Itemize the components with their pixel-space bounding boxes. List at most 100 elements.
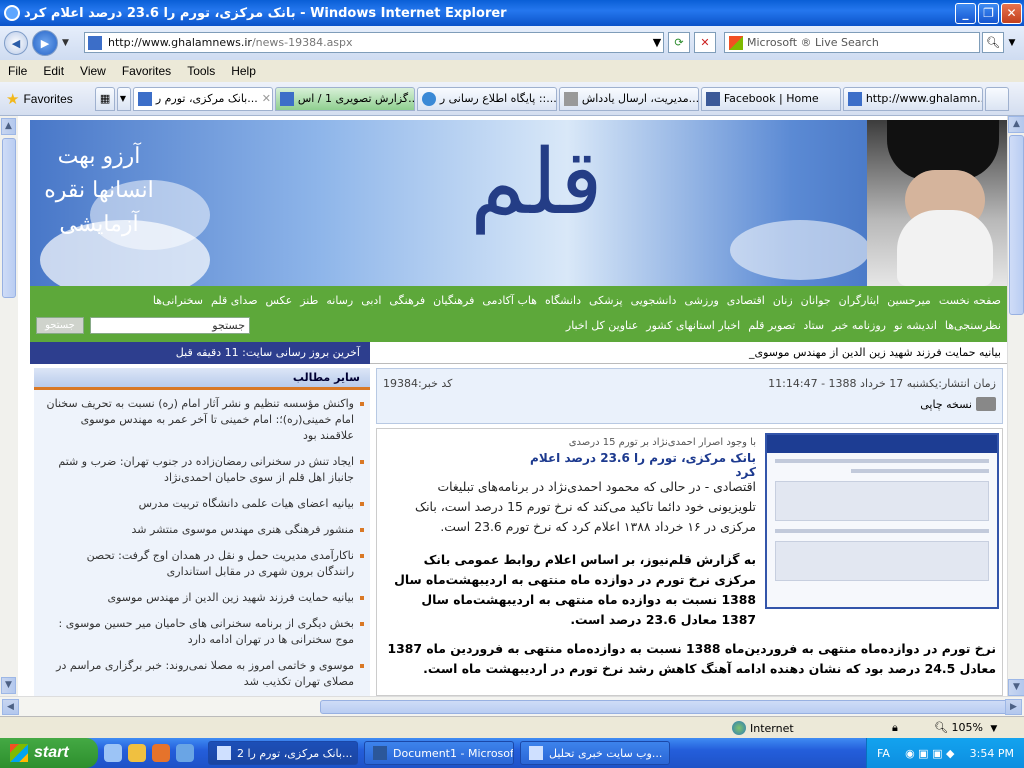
nav-item-sports[interactable]: ورزشی xyxy=(684,294,718,307)
scroll-down-arrow[interactable]: ▼ xyxy=(1,677,16,694)
scroll-left-arrow[interactable]: ◀ xyxy=(2,699,19,715)
scroll-up-arrow[interactable]: ▲ xyxy=(1008,116,1024,133)
tab-6[interactable]: http://www.ghalamn... xyxy=(842,86,983,111)
nav-item-educators[interactable]: فرهنگیان xyxy=(433,294,474,307)
list-item[interactable]: بخش دیگری از برنامه سخنرانی های حامیان م… xyxy=(34,610,370,652)
left-scrollbar[interactable]: ▲ ▼ xyxy=(0,116,18,696)
language-indicator[interactable]: FA xyxy=(877,747,890,760)
list-item[interactable]: بیانیه حمایت فرزند شهید زین الدین از مهن… xyxy=(34,584,370,610)
menu-favorites[interactable]: Favorites xyxy=(114,64,179,78)
minimize-button[interactable]: _ xyxy=(955,2,976,24)
menu-view[interactable]: View xyxy=(72,64,114,78)
tab-bar: ★ Favorites ▦ ▼ بانک مرکزی، تورم ر... ✕ گ… xyxy=(0,82,1024,116)
nav-item-pen-image[interactable]: تصویر قلم xyxy=(748,319,795,332)
list-item[interactable]: ناکارآمدی مدیریت حمل و نقل در همدان اوج … xyxy=(34,542,370,584)
nav-item-newspaper[interactable]: روزنامه خبر xyxy=(832,319,886,332)
quick-tabs-button[interactable]: ▦ xyxy=(94,86,115,111)
address-input[interactable]: http://www.ghalamnews.ir/news-19384.aspx xyxy=(84,32,664,53)
favorites-button[interactable]: ★ Favorites xyxy=(0,90,79,108)
nav-item-polls[interactable]: نظرسنجی‌ها xyxy=(945,319,1001,332)
site-search-button[interactable]: جستجو xyxy=(36,317,84,334)
nav-item-voice[interactable]: صدای قلم xyxy=(211,294,258,307)
stop-button[interactable]: ✕ xyxy=(694,32,716,53)
security-zone[interactable]: Internet xyxy=(732,721,794,735)
site-logo[interactable]: قلم xyxy=(470,130,603,235)
list-item[interactable]: واکنش مؤسسه تنظیم و نشر آثار امام (ره) ن… xyxy=(34,390,370,448)
nav-item-speeches[interactable]: سخنرانی‌ها xyxy=(153,294,203,307)
nav-item-culture[interactable]: فرهنگی xyxy=(389,294,425,307)
menu-tools[interactable]: Tools xyxy=(179,64,223,78)
horizontal-scroll-thumb[interactable] xyxy=(320,700,1010,714)
nav-item-headquarters[interactable]: ستاد xyxy=(803,319,824,332)
bullet-icon xyxy=(360,596,364,600)
site-search-input[interactable]: جستجو xyxy=(90,317,250,334)
article-title: بانک مرکزی، تورم را 23.6 درصد اعلام کرد xyxy=(530,451,756,479)
media-quicklaunch-icon[interactable] xyxy=(152,744,170,762)
menu-help[interactable]: Help xyxy=(223,64,264,78)
zoom-control[interactable]: 🔍︎ 105% ▼ xyxy=(934,721,997,734)
tab-4[interactable]: مدیریت، ارسال یادداش... xyxy=(558,86,699,111)
tab-2[interactable]: گزارش تصویری 1 / اس... xyxy=(274,86,415,111)
start-button[interactable]: start xyxy=(0,738,98,768)
back-button[interactable]: ◀ xyxy=(4,31,28,55)
nav-item-medical[interactable]: پزشکی xyxy=(589,294,623,307)
search-input[interactable]: Microsoft ® Live Search xyxy=(724,32,980,53)
list-item[interactable]: منشور فرهنگی هنری مهندس موسوی منتشر شد xyxy=(34,516,370,542)
forward-button[interactable]: ▶ xyxy=(32,30,58,56)
menu-edit[interactable]: Edit xyxy=(35,64,72,78)
task-ie-window-2[interactable]: وب سایت خبری تحلیل... xyxy=(520,741,670,765)
scroll-down-arrow[interactable]: ▼ xyxy=(1008,679,1024,696)
task-ie-window[interactable]: 2 بانک مرکزی، تورم را... xyxy=(208,741,358,765)
protected-mode-icon[interactable]: 🔒︎ xyxy=(892,721,898,735)
nav-item-media[interactable]: رسانه xyxy=(326,294,353,307)
tray-icons[interactable]: ◉ ▣ ▣ ◆ xyxy=(905,747,954,760)
nav-item-women[interactable]: زنان xyxy=(773,294,793,307)
search-options-icon[interactable]: ▼ xyxy=(1004,32,1020,53)
tab-5[interactable]: Facebook | Home xyxy=(700,86,841,111)
scroll-thumb[interactable] xyxy=(1009,135,1024,315)
nav-item-all-headlines[interactable]: عناوین کل اخبار xyxy=(566,319,638,332)
nav-item-photo[interactable]: عکس xyxy=(266,294,293,307)
close-button[interactable]: ✕ xyxy=(1001,2,1022,24)
nav-item-new-thought[interactable]: اندیشه نو xyxy=(894,319,937,332)
tab-3[interactable]: پایگاه اطلاع رسانی ر ::... xyxy=(416,86,557,111)
nav-item-veterans[interactable]: ایثارگران xyxy=(839,294,880,307)
clock[interactable]: 3:54 PM xyxy=(970,747,1014,760)
scroll-thumb[interactable] xyxy=(2,138,16,298)
address-dropdown-icon[interactable]: ▼ xyxy=(646,32,668,53)
scroll-right-arrow[interactable]: ▶ xyxy=(1005,699,1022,715)
nav-item-academy[interactable]: هاب آکادمی xyxy=(482,294,537,307)
folder-quicklaunch-icon[interactable] xyxy=(128,744,146,762)
nav-item-mirhossein[interactable]: میرحسین xyxy=(887,294,931,307)
horizontal-scrollbar[interactable]: ◀ ▶ xyxy=(0,696,1024,716)
nav-item-economy[interactable]: اقتصادی xyxy=(727,294,765,307)
ie-quicklaunch-icon[interactable] xyxy=(104,744,122,762)
nav-item-literature[interactable]: ادبی xyxy=(361,294,381,307)
nav-item-students[interactable]: دانشجویی xyxy=(631,294,677,307)
print-version-link[interactable]: نسخه چاپی xyxy=(920,397,996,411)
nav-item-university[interactable]: دانشگاه xyxy=(545,294,581,307)
nav-item-provinces[interactable]: اخبار استانهای کشور xyxy=(646,319,740,332)
nav-item-humor[interactable]: طنز xyxy=(300,294,318,307)
nav-item-home[interactable]: صفحه نخست xyxy=(939,294,1001,307)
history-dropdown-icon[interactable]: ▼ xyxy=(62,38,74,48)
ticker-headline[interactable]: بیانیه حمایت فرزند شهید زین الدین از مهن… xyxy=(749,346,1001,359)
tab-close-icon[interactable]: ✕ xyxy=(262,92,271,105)
tab-1[interactable]: بانک مرکزی، تورم ر... ✕ xyxy=(132,86,273,111)
nav-item-youth[interactable]: جوانان xyxy=(801,294,831,307)
quicklaunch-icon[interactable] xyxy=(176,744,194,762)
list-item[interactable]: ایجاد تنش در سخنرانی رمضان‌زاده در جنوب … xyxy=(34,448,370,490)
vertical-scrollbar[interactable]: ▲ ▼ xyxy=(1007,116,1024,696)
list-item[interactable]: موسوی و خاتمی امروز به مصلا نمی‌روند: خب… xyxy=(34,652,370,694)
tab-favicon xyxy=(563,91,578,106)
new-tab-button[interactable] xyxy=(984,86,1009,111)
menu-file[interactable]: File xyxy=(0,64,35,78)
scroll-up-arrow[interactable]: ▲ xyxy=(1,118,16,135)
refresh-button[interactable]: ⟳ xyxy=(668,32,690,53)
search-button[interactable]: 🔍︎ xyxy=(982,32,1004,53)
task-word-window[interactable]: Document1 - Microsof... xyxy=(364,741,514,765)
list-item[interactable]: بیانیه اعضای هیات علمی دانشگاه تربیت مدر… xyxy=(34,490,370,516)
tab-list-dropdown[interactable]: ▼ xyxy=(116,86,131,111)
zoom-dropdown-icon[interactable]: ▼ xyxy=(990,724,997,734)
maximize-button[interactable]: ❐ xyxy=(978,2,999,24)
